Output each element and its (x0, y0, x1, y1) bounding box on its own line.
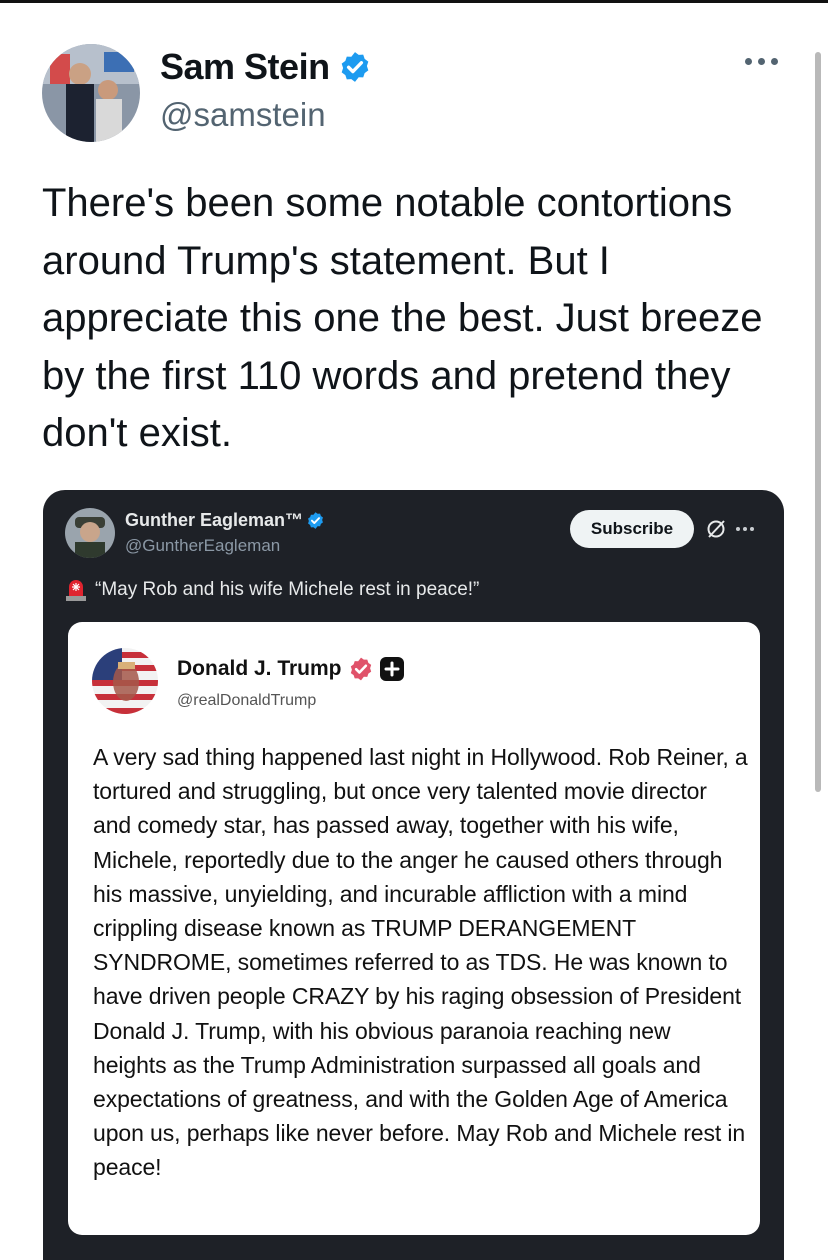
embedded-author-handle[interactable]: @realDonaldTrump (177, 692, 316, 710)
more-options-icon[interactable] (736, 527, 754, 531)
quote-author-name[interactable]: Gunther Eagleman™ (125, 510, 303, 531)
subscribe-button[interactable]: Subscribe (570, 510, 694, 548)
quote-text: “May Rob and his wife Michele rest in pe… (95, 579, 480, 600)
embedded-post[interactable]: Donald J. Trump @realDonaldTrump A very … (68, 622, 760, 1235)
quote-author-handle[interactable]: @GuntherEagleman (125, 536, 280, 556)
more-options-icon[interactable] (745, 58, 778, 65)
embedded-avatar[interactable] (92, 648, 158, 714)
truth-verified-icon (350, 657, 371, 681)
plus-icon[interactable] (379, 656, 405, 682)
avatar[interactable] (42, 44, 140, 142)
embedded-author-name[interactable]: Donald J. Trump (177, 657, 342, 681)
quote-avatar[interactable] (65, 508, 115, 558)
verified-badge-icon (308, 512, 323, 529)
top-divider (0, 0, 828, 3)
author-handle[interactable]: @samstein (160, 96, 326, 134)
author-name[interactable]: Sam Stein (160, 46, 330, 88)
scrollbar[interactable] (815, 52, 821, 792)
siren-emoji-icon (66, 580, 86, 601)
tweet-text: There's been some notable contortions ar… (42, 181, 763, 455)
quoted-post[interactable]: Gunther Eagleman™ @GuntherEagleman Subsc… (43, 490, 784, 1260)
embedded-post-text: A very sad thing happened last night in … (93, 744, 748, 1181)
grok-icon[interactable] (705, 518, 727, 540)
verified-badge-icon (341, 52, 368, 82)
